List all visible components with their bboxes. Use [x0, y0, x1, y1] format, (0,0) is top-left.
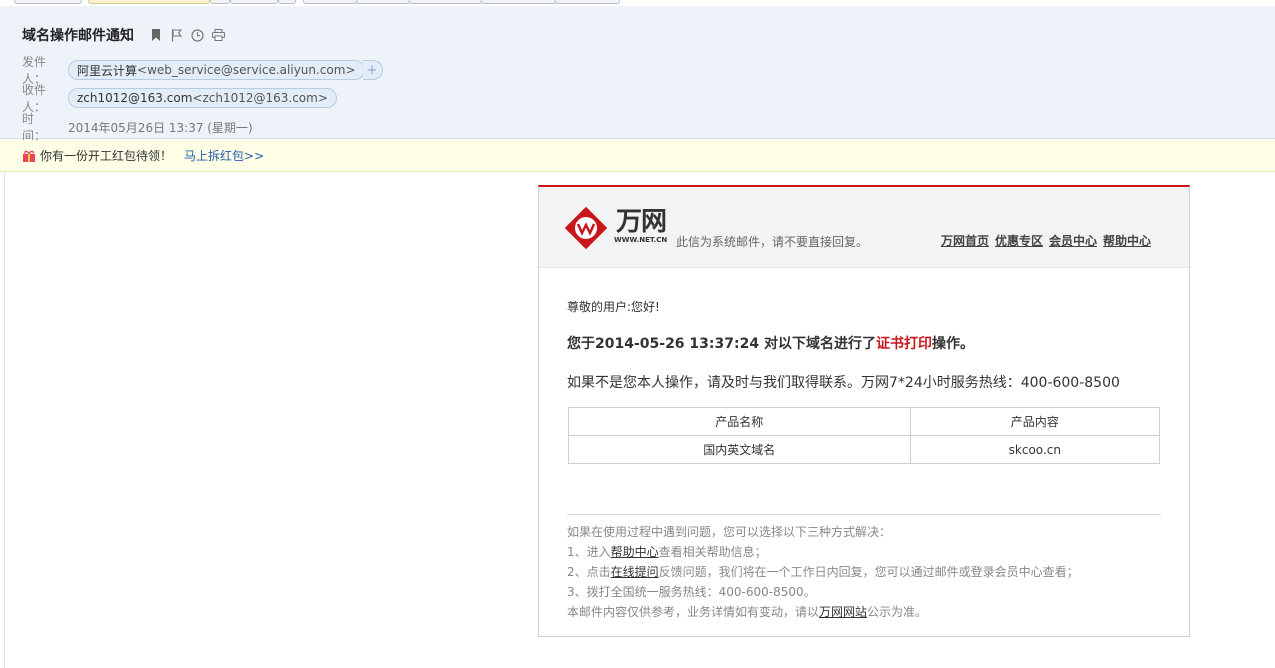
table-header-row: 产品名称 产品内容 [568, 407, 1161, 436]
sender-chip[interactable]: 阿里云计算 <web_service@service.aliyun.com> [68, 60, 365, 80]
system-mail-note: 此信为系统邮件，请不要直接回复。 [676, 235, 869, 249]
open-redpacket-link[interactable]: 马上拆红包>> [184, 147, 264, 164]
card-nav: 万网首页 优惠专区 会员中心 帮助中心 [941, 232, 1151, 249]
logo-text-en: WWW.NET.CN [614, 236, 668, 244]
nav-link-member-center[interactable]: 会员中心 [1049, 232, 1097, 249]
add-contact-button[interactable]: + [362, 60, 383, 80]
mail-subject: 域名操作邮件通知 [22, 28, 134, 44]
online-question-link[interactable]: 在线提问 [611, 565, 659, 579]
toolbar-button-7[interactable] [409, 0, 482, 4]
hotline-text: 如果不是您本人操作，请及时与我们取得联系。万网7*24小时服务热线：400-60… [567, 375, 1120, 391]
time-label: 时 间： [22, 112, 47, 143]
print-icon[interactable] [211, 28, 226, 43]
toolbar-button-9[interactable] [555, 0, 620, 4]
time-row: 时 间： 2014年05月26日 13:37 (星期一) [22, 110, 253, 144]
nav-link-promotions[interactable]: 优惠专区 [995, 232, 1043, 249]
help-line-4-post: 公示为准。 [867, 605, 928, 619]
help-center-link[interactable]: 帮助中心 [611, 545, 659, 559]
toolbar-button-6[interactable] [356, 0, 410, 4]
table-header-product-content: 产品内容 [909, 407, 1161, 436]
help-line-2: 2、点击在线提问反馈问题，我们将在一个工作日内回复，您可以通过邮件或登录会员中心… [567, 562, 1079, 582]
subject-tools [148, 28, 226, 43]
toolbar-button-1[interactable] [14, 0, 82, 4]
greeting: 尊敬的用户:您好! [567, 300, 660, 314]
help-line-4-pre: 本邮件内容仅供参考，业务详情如有变动，请以 [567, 605, 820, 619]
help-intro: 如果在使用过程中遇到问题，您可以选择以下三种方式解决： [567, 525, 892, 539]
help-line-1: 1、进入帮助中心查看相关帮助信息； [567, 542, 1079, 562]
help-line-4: 本邮件内容仅供参考，业务详情如有变动，请以万网网站公示为准。 [567, 602, 1079, 622]
toolbar-button-2[interactable] [88, 0, 210, 4]
gift-icon [22, 150, 36, 162]
table-row: 国内英文域名 skcoo.cn [568, 435, 1161, 464]
content-divider [567, 514, 1161, 515]
operation-line: 您于2014-05-26 13:37:24 对以下域名进行了证书打印操作。 [567, 333, 974, 353]
help-line-1-pre: 1、进入 [567, 545, 611, 559]
help-line-1-post: 查看相关帮助信息； [658, 545, 767, 559]
table-cell-product-content: skcoo.cn [909, 435, 1161, 464]
toolbar-button-4[interactable] [278, 0, 296, 4]
recipient-name: zch1012@163.com [77, 91, 193, 105]
logo-text-cn: 万网 [616, 207, 667, 237]
operation-suffix: 操作。 [931, 336, 974, 352]
recipient-chip[interactable]: zch1012@163.com <zch1012@163.com> [68, 88, 337, 108]
email-content-card: 万网 WWW.NET.CN 此信为系统邮件，请不要直接回复。 万网首页 优惠专区… [538, 185, 1190, 637]
table-cell-product-name: 国内英文域名 [568, 435, 911, 464]
bookmark-icon[interactable] [148, 28, 163, 43]
flag-icon[interactable] [169, 28, 184, 43]
help-section: 如果在使用过程中遇到问题，您可以选择以下三种方式解决： 1、进入帮助中心查看相关… [567, 522, 1079, 622]
toolbar-button-8[interactable] [481, 0, 556, 4]
card-header: 万网 WWW.NET.CN 此信为系统邮件，请不要直接回复。 万网首页 优惠专区… [539, 187, 1189, 268]
operation-prefix: 您于2014-05-26 13:37:24 对以下域名进行了 [567, 336, 876, 352]
left-divider [4, 172, 5, 668]
nav-link-home[interactable]: 万网首页 [941, 232, 989, 249]
notice-text: 你有一份开工红包待领！ [40, 149, 173, 163]
promo-notice: 你有一份开工红包待领！ 马上拆红包>> [0, 140, 1275, 172]
help-line-3: 3、拨打全国统一服务热线：400-600-8500。 [567, 585, 816, 599]
sender-address: <web_service@service.aliyun.com> [137, 63, 356, 77]
operation-action: 证书打印 [875, 336, 932, 352]
wanwang-site-link[interactable]: 万网网站 [819, 605, 867, 619]
wanwang-logo-icon[interactable] [561, 203, 611, 257]
mail-header: 域名操作邮件通知 发件人： 阿里云计算 <web_service@service… [0, 6, 1275, 143]
sender-name: 阿里云计算 [77, 63, 138, 78]
time-value: 2014年05月26日 13:37 (星期一) [68, 120, 253, 135]
toolbar-button-3[interactable] [230, 0, 278, 4]
recipient-address: <zch1012@163.com> [192, 91, 328, 105]
help-line-2-pre: 2、点击 [567, 565, 611, 579]
product-table: 产品名称 产品内容 国内英文域名 skcoo.cn [568, 407, 1161, 464]
help-line-2-post: 反馈问题，我们将在一个工作日内回复，您可以通过邮件或登录会员中心查看； [658, 565, 1079, 579]
nav-link-help-center[interactable]: 帮助中心 [1103, 232, 1151, 249]
toolbar-dropdown[interactable] [210, 0, 230, 4]
table-header-product-name: 产品名称 [568, 407, 911, 436]
clock-icon[interactable] [190, 28, 205, 43]
toolbar-button-5[interactable] [303, 0, 357, 4]
subject-row: 域名操作邮件通知 [22, 25, 226, 45]
